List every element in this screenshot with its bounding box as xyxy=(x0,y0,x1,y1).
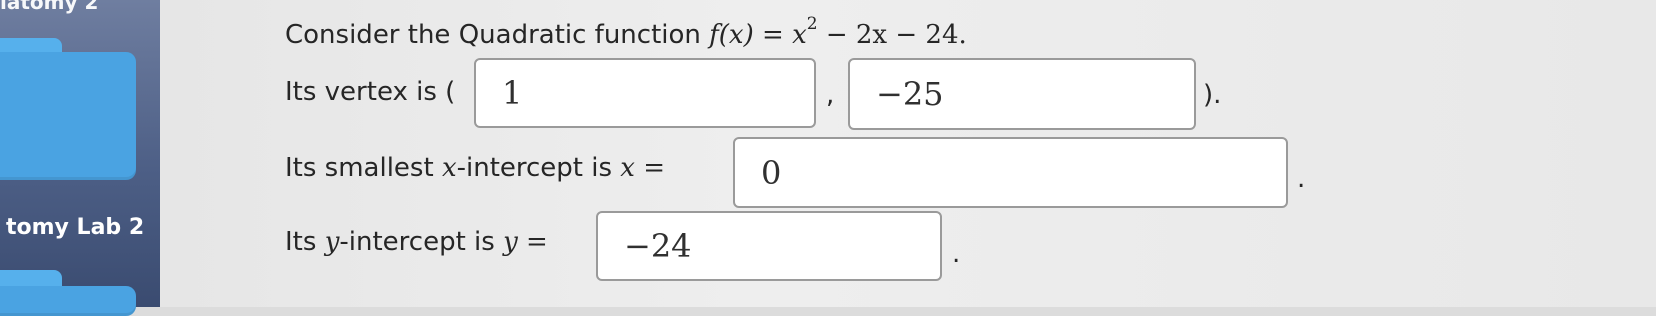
x-intercept-text-pre: Its smallest xyxy=(285,153,442,183)
x-intercept-input[interactable]: 0 xyxy=(733,137,1288,208)
y-intercept-input[interactable]: −24 xyxy=(596,211,942,281)
close-paren: ). xyxy=(1203,80,1222,110)
x-intercept-eq: x = xyxy=(620,153,666,183)
x-intercept-label: Its smallest x-intercept is x = xyxy=(285,153,665,183)
x-intercept-text-post: -intercept is xyxy=(456,153,621,183)
vertex-label: Its vertex is ( xyxy=(285,77,456,107)
y-intercept-text-pre: Its xyxy=(285,227,325,257)
period: . xyxy=(952,239,961,269)
period: . xyxy=(1297,164,1306,194)
vertex-y-input[interactable]: −25 xyxy=(848,58,1196,130)
folder-icon[interactable] xyxy=(0,52,136,180)
y-intercept-eq: y = xyxy=(503,227,548,257)
y-intercept-var: y xyxy=(324,227,340,257)
x-intercept-var: x xyxy=(441,153,457,183)
folder-label[interactable]: tomy Lab 2 xyxy=(6,215,144,240)
comma: , xyxy=(826,80,835,110)
vertex-x-input[interactable]: 1 xyxy=(474,58,816,128)
variable: x xyxy=(792,20,807,50)
exponent: 2 xyxy=(806,14,818,34)
desktop-item-label[interactable]: iatomy 2 xyxy=(0,0,160,14)
folder-icon[interactable] xyxy=(0,286,136,316)
y-intercept-text-post: -intercept is xyxy=(339,227,504,257)
y-intercept-label: Its y-intercept is y = xyxy=(285,227,548,257)
prompt-text: Consider the Quadratic function xyxy=(285,20,710,50)
question-panel: Consider the Quadratic function f(x) = x… xyxy=(160,0,1656,307)
function-name: f(x) xyxy=(709,20,754,50)
function-rest: − 2x − 24. xyxy=(817,20,967,50)
desktop-area: iatomy 2 tomy Lab 2 xyxy=(0,0,160,316)
equals-sign: = xyxy=(753,20,793,50)
question-prompt: Consider the Quadratic function f(x) = x… xyxy=(285,14,967,50)
